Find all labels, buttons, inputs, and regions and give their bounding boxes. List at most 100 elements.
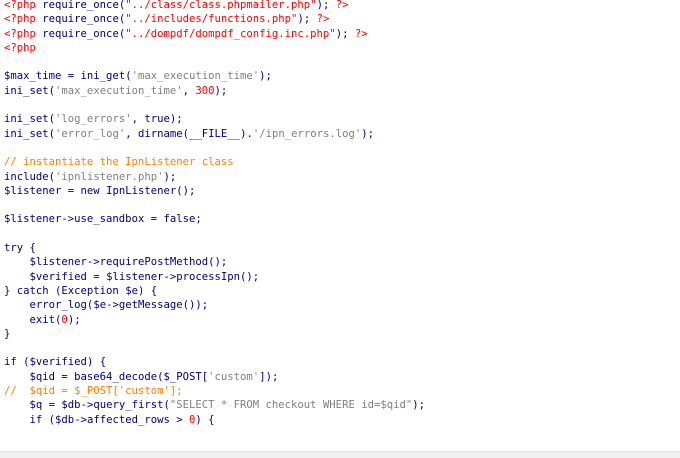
code-token: include	[4, 170, 49, 183]
code-area[interactable]: <?php require_once ( "../class/class.phpma…	[4, 0, 425, 427]
code-line: }	[4, 327, 425, 341]
code-token: );	[163, 170, 177, 183]
code-token: try	[4, 242, 24, 255]
code-line: $q = $db->query_first("SELECT * FROM che…	[4, 398, 425, 412]
code-token: $qid	[29, 370, 56, 383]
code-token: (	[42, 413, 56, 426]
code-token: ->use_sandbox =	[61, 213, 164, 226]
code-token: true	[144, 113, 170, 126]
code-token: 'ipnlistener.php'	[55, 170, 164, 183]
code-token: 'error_log'	[55, 127, 126, 140]
code-token: false	[163, 213, 196, 226]
code-line: <?php require_once("../class/class.phpma…	[4, 0, 425, 12]
code-token: ->getMessage());	[106, 299, 209, 312]
code-line: <?php require_once("../includes/function…	[4, 12, 425, 26]
code-token: }	[4, 284, 17, 297]
code-token: =	[61, 184, 81, 197]
code-token: "../dompdf/dompdf_config.inc.php"	[125, 27, 336, 40]
code-token: ini_get	[80, 70, 126, 83]
code-line: try {	[4, 241, 425, 255]
code-token: {	[23, 242, 36, 255]
code-token: );	[361, 127, 375, 140]
code-token: // instantiate the IpnListener class	[4, 156, 234, 169]
code-line: ini_set('log_errors', true);	[4, 112, 425, 126]
code-token: $e	[93, 299, 107, 312]
code-token: 'max_execution_time'	[131, 70, 260, 83]
code-token: // $qid = $_POST['custom'];	[4, 385, 183, 398]
code-token: ?>	[335, 0, 349, 11]
code-token: =	[61, 70, 81, 83]
code-line: <?php	[4, 41, 425, 55]
code-token: "../class/class.phpmailer.php"	[125, 0, 317, 11]
code-token: $e	[125, 284, 138, 297]
code-line: ini_set('max_execution_time', 300);	[4, 84, 425, 98]
code-token: 'custom'	[208, 370, 260, 383]
code-token: ,	[182, 84, 196, 97]
code-token: catch	[16, 284, 49, 297]
code-line: $verified = $listener->processIpn();	[4, 270, 425, 284]
code-line: // $qid = $_POST['custom'];	[4, 384, 425, 398]
code-line: $listener->use_sandbox = false;	[4, 212, 425, 226]
code-token: "../includes/functions.php"	[125, 13, 298, 26]
code-token: ?>	[354, 27, 368, 40]
code-line: $listener = new IpnListener();	[4, 184, 425, 198]
code-line: error_log($e->getMessage());	[4, 298, 425, 312]
code-token: $listener	[4, 213, 62, 226]
code-line: include('ipnlistener.php');	[4, 170, 425, 184]
code-line: $listener->requirePostMethod();	[4, 255, 425, 269]
code-line: exit(0);	[4, 313, 425, 327]
code-token: );	[259, 70, 272, 83]
code-token: $db	[55, 413, 75, 426]
code-token: exit	[29, 313, 56, 326]
code-token: 'max_execution_time'	[55, 84, 183, 97]
code-line: } catch (Exception $e) {	[4, 284, 425, 298]
code-token: =	[42, 399, 62, 412]
code-token: '/ipn_errors.log'	[252, 127, 362, 140]
code-token: ).	[240, 127, 253, 140]
code-token: <?php	[4, 0, 43, 11]
code-editor-view[interactable]: <?php require_once ( "../class/class.phpma…	[0, 0, 680, 458]
code-token: ->requirePostMethod();	[86, 256, 228, 269]
code-token: $q	[29, 399, 43, 412]
code-token: );	[169, 113, 183, 126]
code-token: require_once	[42, 13, 119, 26]
code-token: ) {	[86, 356, 107, 369]
code-token: error_log	[29, 299, 87, 312]
code-token: );	[67, 313, 81, 326]
code-line: if ($verified) {	[4, 355, 425, 369]
code-token: ) {	[195, 413, 215, 426]
code-token: (	[16, 356, 30, 369]
code-token: new	[80, 184, 100, 197]
code-token: <?php	[4, 13, 43, 26]
code-token: ?>	[316, 13, 330, 26]
code-token: 'log_errors'	[55, 113, 132, 126]
code-token: );	[316, 0, 336, 11]
code-token: <?php	[4, 41, 36, 54]
code-token: =	[55, 370, 75, 383]
code-token: ]);	[259, 370, 279, 383]
code-token: );	[214, 84, 228, 97]
code-token: ;	[195, 213, 202, 226]
code-token: if	[4, 356, 17, 369]
code-token: require_once	[42, 27, 119, 40]
code-token: ,	[125, 127, 138, 140]
code-line: <?php require_once("../dompdf/dompdf_con…	[4, 27, 425, 41]
code-token: ini_set	[4, 127, 49, 140]
code-token: $listener	[4, 184, 62, 197]
code-token: ->affected_rows >	[74, 413, 189, 426]
code-token: if	[29, 413, 43, 426]
horizontal-scrollbar[interactable]	[0, 451, 680, 458]
code-line: $qid = base64_decode($_POST['custom']);	[4, 370, 425, 384]
